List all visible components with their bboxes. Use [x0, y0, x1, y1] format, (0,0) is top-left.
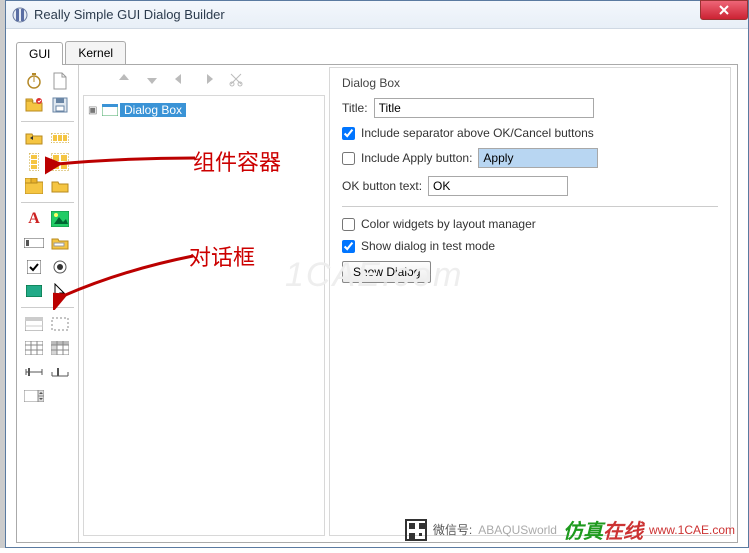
image-icon[interactable]: [49, 209, 71, 229]
tab-layout-icon[interactable]: [23, 176, 45, 196]
title-input[interactable]: [374, 98, 594, 118]
close-button[interactable]: [700, 0, 748, 20]
slider-v-icon[interactable]: [49, 362, 71, 382]
slider-h-icon[interactable]: [23, 362, 45, 382]
arrow-up-icon[interactable]: [115, 70, 133, 88]
field-icon[interactable]: [23, 233, 45, 253]
show-test-mode-checkbox[interactable]: [342, 240, 355, 253]
tab-bar: GUI Kernel: [16, 41, 738, 65]
folder-back-icon[interactable]: [23, 128, 45, 148]
footer-watermark: 微信号: ABAQUSworld 仿真在线 www.1CAE.com: [405, 515, 735, 544]
blank-page-icon[interactable]: [49, 71, 71, 91]
form-folder-icon[interactable]: [49, 233, 71, 253]
component-tree[interactable]: ▣ Dialog Box: [83, 95, 325, 536]
divider: [342, 206, 718, 207]
tree-root-row[interactable]: ▣ Dialog Box: [88, 102, 320, 118]
include-apply-checkbox[interactable]: [342, 152, 355, 165]
expand-icon[interactable]: ▣: [88, 105, 100, 116]
table-filled-icon[interactable]: [49, 338, 71, 358]
cursor-icon[interactable]: [49, 281, 71, 301]
tab-kernel[interactable]: Kernel: [65, 41, 126, 64]
arrow-right-icon[interactable]: [199, 70, 217, 88]
title-label: Title:: [342, 101, 368, 115]
brand-text: 仿真在线: [563, 515, 643, 544]
empty-slot: [49, 386, 71, 406]
grid-boxes-icon[interactable]: [49, 152, 71, 172]
cut-icon[interactable]: [227, 70, 245, 88]
tab-gui[interactable]: GUI: [16, 42, 63, 65]
properties-panel: Dialog Box Title: Include separator abov…: [329, 67, 731, 536]
workarea: A: [16, 65, 738, 543]
qr-icon: [405, 519, 427, 541]
color-widgets-label: Color widgets by layout manager: [361, 217, 536, 231]
wechat-id: ABAQUSworld: [478, 523, 557, 537]
tree-toolbar: [79, 65, 329, 93]
color-swatch-icon[interactable]: [23, 281, 45, 301]
properties-title: Dialog Box: [342, 76, 718, 90]
table-icon[interactable]: [23, 338, 45, 358]
timer-icon[interactable]: [23, 71, 45, 91]
folder-plain-icon[interactable]: [49, 176, 71, 196]
wechat-prefix: 微信号:: [433, 521, 472, 538]
tool-palette: A: [17, 65, 79, 542]
arrow-left-icon[interactable]: [171, 70, 189, 88]
titlebar: Really Simple GUI Dialog Builder: [6, 1, 748, 29]
tree-root-label[interactable]: Dialog Box: [120, 103, 186, 117]
list-header-icon[interactable]: [23, 314, 45, 334]
open-folder-icon[interactable]: [23, 95, 45, 115]
arrow-down-icon[interactable]: [143, 70, 161, 88]
stepper-icon[interactable]: [23, 386, 45, 406]
app-icon: [12, 7, 28, 23]
checkbox-icon[interactable]: [23, 257, 45, 277]
apply-text-input[interactable]: [478, 148, 598, 168]
column-strip-icon[interactable]: [23, 152, 45, 172]
dashed-box-icon[interactable]: [49, 314, 71, 334]
brand-url: www.1CAE.com: [649, 523, 735, 537]
ok-text-input[interactable]: [428, 176, 568, 196]
color-widgets-checkbox[interactable]: [342, 218, 355, 231]
show-test-mode-label: Show dialog in test mode: [361, 239, 495, 253]
dialog-node-icon: [102, 102, 118, 118]
include-separator-checkbox[interactable]: [342, 127, 355, 140]
content-area: GUI Kernel: [6, 29, 748, 553]
radio-icon[interactable]: [49, 257, 71, 277]
ok-text-label: OK button text:: [342, 179, 422, 193]
tree-column: ▣ Dialog Box: [79, 65, 329, 542]
window-title: Really Simple GUI Dialog Builder: [34, 7, 225, 22]
include-apply-label: Include Apply button:: [361, 151, 472, 165]
show-dialog-button[interactable]: Show Dialog: [342, 261, 431, 283]
app-window: Really Simple GUI Dialog Builder GUI Ker…: [5, 0, 749, 548]
save-icon[interactable]: [49, 95, 71, 115]
row-strip-icon[interactable]: [49, 128, 71, 148]
text-a-icon[interactable]: A: [23, 209, 45, 229]
include-separator-label: Include separator above OK/Cancel button…: [361, 126, 594, 140]
